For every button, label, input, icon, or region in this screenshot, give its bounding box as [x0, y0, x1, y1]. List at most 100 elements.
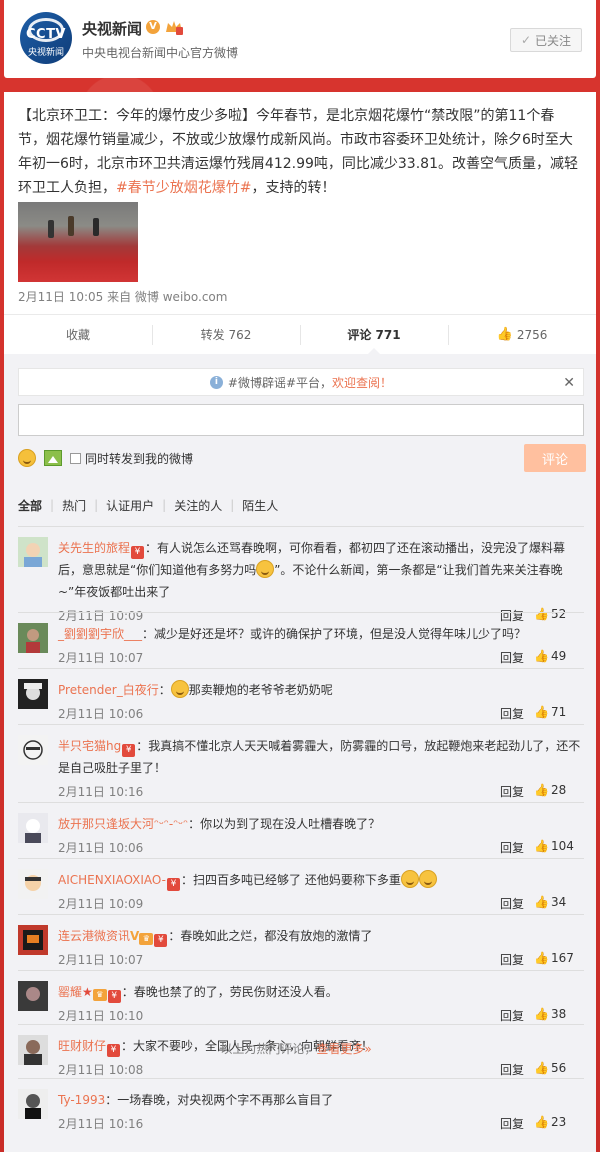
reply-button[interactable]: 回复 — [500, 951, 524, 968]
repost-checkbox[interactable] — [70, 452, 81, 464]
filter-following[interactable]: 关注的人 — [166, 497, 230, 514]
post-image-thumbnail[interactable] — [18, 202, 138, 282]
reply-button[interactable]: 回复 — [500, 839, 524, 856]
composer-tools: 同时转发到我的微博 — [18, 444, 193, 472]
comment-content: ：扫四百多吨已经够了 还他妈要称下多重 — [181, 873, 401, 887]
user-avatar[interactable] — [18, 537, 48, 567]
thumbs-up-icon: 👍 — [496, 327, 513, 342]
thumbs-up-icon: 👍 — [534, 951, 549, 965]
post-hashtag-link[interactable]: #春节少放烟花爆竹# — [116, 180, 251, 196]
profile-card: CCTV 央视新闻 央视新闻 V 中央电视台新闻中心官方微博 ✓ 已关注 — [4, 0, 596, 78]
reply-button[interactable]: 回复 — [500, 649, 524, 666]
comment-text: Ty-1993：一场春晚，对央视两个字不再那么盲目了 — [58, 1079, 584, 1111]
comment-like-button[interactable]: 👍 104 — [534, 839, 584, 853]
red-packet-badge-icon: ¥ — [154, 934, 168, 947]
user-avatar[interactable] — [18, 925, 48, 955]
comment-like-count: 167 — [550, 951, 574, 965]
comment-username[interactable]: 放开那只逢坂大河ᵔᵕᵔ-ᵔᵕᵔ — [58, 817, 188, 831]
view-more-link[interactable]: 查看更多» — [316, 1042, 371, 1056]
filter-hot[interactable]: 热门 — [54, 497, 94, 514]
user-avatar[interactable] — [18, 813, 48, 843]
reply-button[interactable]: 回复 — [500, 895, 524, 912]
comment-text: 半只宅猫hg ¥ ：我真搞不懂北京人天天喊着雾霾大，防雾霾的口号，放起鞭炮来老起劲儿… — [58, 725, 584, 779]
comment-like-count: 28 — [550, 783, 567, 797]
comment-time: 2月11日 10:06 — [58, 841, 144, 855]
reply-button[interactable]: 回复 — [500, 1115, 524, 1132]
comment-like-button[interactable]: 👍 38 — [534, 1007, 584, 1021]
comment-like-button[interactable]: 👍 23 — [534, 1115, 584, 1129]
profile-name[interactable]: 央视新闻 — [82, 18, 142, 39]
collect-button[interactable]: 收藏 — [4, 315, 152, 354]
user-avatar[interactable] — [18, 869, 48, 899]
image-upload-icon[interactable] — [44, 450, 62, 466]
reply-button[interactable]: 回复 — [500, 705, 524, 722]
post-card: 【北京环卫工：今年的爆竹皮少多啦】今年春节，是北京烟花爆竹“禁改限”的第11个春… — [4, 92, 596, 1152]
comment-time: 2月11日 10:06 — [58, 707, 144, 721]
comment-like-count: 71 — [550, 705, 567, 719]
comment-like-button[interactable]: 👍 34 — [534, 895, 584, 909]
post-text-tail: ，支持的转！ — [251, 180, 336, 196]
comment-like-button[interactable]: 👍 71 — [534, 705, 584, 719]
comment-content: ：减少是好还是坏？或许的确保护了环境，但是没人觉得年味儿少了吗？ — [142, 627, 527, 641]
comment-content: ：一场春晚，对央视两个字不再那么盲目了 — [105, 1093, 334, 1107]
comment-like-count: 23 — [550, 1115, 567, 1129]
comment-like-count: 34 — [550, 895, 567, 909]
comment-like-button[interactable]: 👍 167 — [534, 951, 584, 965]
comment-username[interactable]: 关先生的旅程 — [58, 541, 130, 555]
thumbs-up-icon: 👍 — [534, 895, 549, 909]
reply-button[interactable]: 回复 — [500, 1061, 524, 1078]
red-packet-badge-icon: ¥ — [167, 878, 181, 891]
user-avatar[interactable] — [18, 735, 48, 765]
comment-username[interactable]: 罂耀 — [58, 985, 82, 999]
comment-footer: 2月11日 10:16 回复 👍 23 — [58, 1111, 584, 1137]
reply-button[interactable]: 回复 — [500, 783, 524, 800]
comment-item: Ty-1993：一场春晚，对央视两个字不再那么盲目了 2月11日 10:16 回… — [18, 1078, 584, 1132]
notice-link[interactable]: 欢迎查阅！ — [332, 374, 392, 391]
thumbs-up-icon: 👍 — [534, 1115, 549, 1129]
comment-like-count: 49 — [550, 649, 567, 663]
avatar-logo-subtext: 央视新闻 — [27, 48, 64, 58]
comment-item: 连云港微资讯V ♛ ¥ ：春晚如此之烂，都没有放炮的激情了 2月11日 10:07 回… — [18, 914, 584, 970]
comment-username[interactable]: AICHENXIAOXIAO- — [58, 873, 166, 887]
comment-text: 连云港微资讯V ♛ ¥ ：春晚如此之烂，都没有放炮的激情了 — [58, 915, 584, 947]
comment-tab[interactable]: 评论 771 — [300, 315, 448, 355]
like-button[interactable]: 👍 2756 — [448, 315, 596, 354]
emoji-icon[interactable] — [18, 449, 36, 467]
comment-like-button[interactable]: 👍 56 — [534, 1061, 584, 1075]
comment-time: 2月11日 10:07 — [58, 651, 144, 665]
user-avatar[interactable] — [18, 623, 48, 653]
photo-figure — [93, 218, 99, 236]
submit-comment-button[interactable]: 评论 — [524, 444, 586, 472]
follow-button[interactable]: ✓ 已关注 — [510, 28, 582, 52]
comment-username[interactable]: _劉劉劉宇欣___ — [58, 627, 142, 641]
close-icon[interactable]: ✕ — [563, 375, 575, 391]
filter-strangers[interactable]: 陌生人 — [234, 497, 286, 514]
comment-username[interactable]: 连云港微资讯 — [58, 929, 130, 943]
repost-button[interactable]: 转发 762 — [152, 315, 300, 354]
check-icon: ✓ — [520, 33, 532, 47]
comment-input[interactable] — [18, 404, 584, 436]
follow-button-label: 已关注 — [535, 33, 572, 48]
comment-like-button[interactable]: 👍 28 — [534, 783, 584, 797]
profile-avatar[interactable]: CCTV 央视新闻 — [20, 12, 72, 64]
filter-verified[interactable]: 认证用户 — [98, 497, 162, 514]
verified-icon: V — [146, 20, 160, 34]
user-avatar[interactable] — [18, 981, 48, 1011]
comment-time: 2月11日 10:16 — [58, 1117, 144, 1131]
comment-like-button[interactable]: 👍 49 — [534, 649, 584, 663]
comment-item: 半只宅猫hg ¥ ：我真搞不懂北京人天天喊着雾霾大，防雾霾的口号，放起鞭炮来老起劲儿… — [18, 724, 584, 802]
user-avatar[interactable] — [18, 679, 48, 709]
filter-all[interactable]: 全部 — [18, 497, 50, 514]
comment-username[interactable]: 半只宅猫hg — [58, 739, 121, 753]
comment-text: 放开那只逢坂大河ᵔᵕᵔ-ᵔᵕᵔ：你以为到了现在没人吐槽春晚了？ — [58, 803, 584, 835]
user-avatar[interactable] — [18, 1089, 48, 1119]
avatar-logo-text: CCTV — [25, 27, 66, 42]
comment-content: ：春晚也禁了的了，劳民伤财还没人看。 — [121, 985, 338, 999]
more-comments-bar: 以上为热门评论，查看更多» — [0, 1040, 592, 1057]
comment-username[interactable]: Ty-1993 — [58, 1093, 105, 1107]
comment-username[interactable]: Pretender_白夜行 — [58, 683, 159, 697]
comment-filter-bar: 全部 | 热门 | 认证用户 | 关注的人 | 陌生人 — [18, 490, 286, 520]
reply-button[interactable]: 回复 — [500, 1007, 524, 1024]
comment-text: _劉劉劉宇欣___：减少是好还是坏？或许的确保护了环境，但是没人觉得年味儿少了吗… — [58, 613, 584, 645]
vip-icon: ♛ — [92, 989, 107, 1001]
